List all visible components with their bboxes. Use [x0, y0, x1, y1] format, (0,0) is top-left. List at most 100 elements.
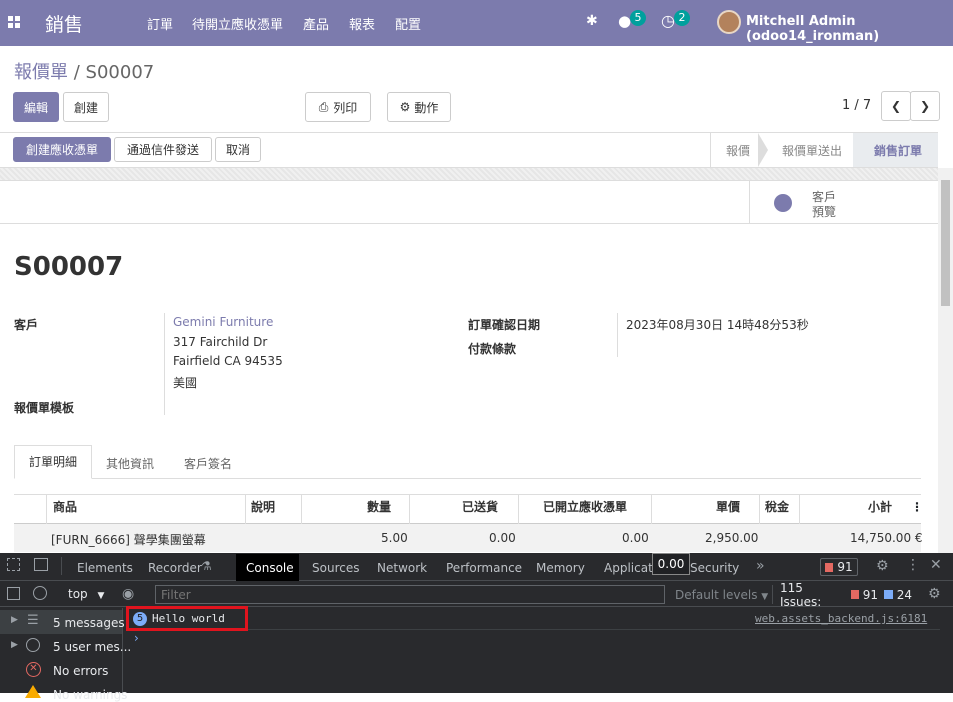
confirm-date-label: 訂單確認日期: [468, 318, 541, 332]
breadcrumb: 報價單 / S00007: [14, 58, 154, 84]
th-delivered[interactable]: 已送貨: [462, 498, 498, 515]
avatar[interactable]: [717, 10, 741, 34]
create-button[interactable]: 創建: [63, 92, 109, 122]
chat-count-badge: 5: [630, 10, 646, 26]
tab-order-lines[interactable]: 訂單明細: [14, 445, 92, 479]
th-quantity[interactable]: 數量: [367, 498, 391, 515]
breadcrumb-current: S00007: [85, 62, 155, 83]
menu-config[interactable]: 配置: [395, 14, 421, 33]
devtools-tab-sources[interactable]: Sources: [312, 561, 359, 575]
debug-bug-icon[interactable]: ✱: [586, 13, 598, 29]
error-flag-icon: [825, 562, 834, 572]
devtools-tab-performance[interactable]: Performance: [446, 561, 522, 575]
th-invoiced[interactable]: 已開立應收憑單: [543, 498, 627, 515]
th-taxes[interactable]: 稅金: [765, 498, 789, 515]
devtools-tab-elements[interactable]: Elements: [77, 561, 133, 575]
tab-other-info[interactable]: 其他資訊: [106, 455, 154, 472]
customer-address-3: 美國: [173, 376, 198, 390]
page-scrollbar-thumb[interactable]: [941, 180, 950, 306]
expand-user-messages-icon[interactable]: ▶: [11, 640, 18, 650]
confirm-date-value[interactable]: 2023年08月30日 14時48分53秒: [626, 316, 809, 333]
apps-menu-icon[interactable]: [8, 16, 20, 28]
sidebar-warnings[interactable]: No warnings: [53, 688, 127, 702]
clear-console-icon[interactable]: [33, 586, 47, 600]
status-quotation[interactable]: 報價: [726, 137, 750, 163]
app-title[interactable]: 銷售: [45, 10, 83, 37]
cell-quantity[interactable]: 5.00: [381, 531, 408, 545]
activity-icon[interactable]: ◷: [661, 11, 675, 30]
devtools-tab-divider: [61, 557, 62, 575]
th-subtotal[interactable]: 小計: [868, 498, 892, 515]
console-prompt-icon[interactable]: ›: [134, 631, 139, 645]
table-col-divider-7: [759, 494, 760, 524]
log-levels-dropdown[interactable]: Default levels ▼: [675, 588, 768, 602]
table-col-divider-6: [651, 494, 652, 524]
customer-label: 客戶: [14, 318, 39, 332]
user-name[interactable]: Mitchell Admin (odoo14_ironman): [746, 14, 953, 44]
cell-invoiced[interactable]: 0.00: [622, 531, 649, 545]
menu-orders[interactable]: 訂單: [147, 14, 173, 33]
gear-icon: ⚙: [399, 100, 411, 114]
tabs-baseline: [14, 478, 921, 479]
print-label: 列印: [333, 100, 358, 115]
expand-messages-icon[interactable]: ▶: [11, 615, 18, 625]
th-unit-price[interactable]: 單價: [716, 498, 740, 515]
send-email-button[interactable]: 通過信件發送: [114, 137, 212, 162]
tab-customer-signature[interactable]: 客戶簽名: [184, 455, 232, 472]
cell-subtotal[interactable]: 14,750.00 €: [850, 531, 923, 545]
th-product[interactable]: 商品: [53, 498, 77, 515]
pager-prev-button[interactable]: ❮: [881, 91, 911, 121]
sidebar-toggle-icon[interactable]: [7, 587, 20, 600]
chat-icon[interactable]: ●: [618, 12, 631, 30]
customer-link[interactable]: Gemini Furniture: [173, 315, 273, 329]
optional-columns-icon[interactable]: ⋮: [911, 500, 923, 514]
action-button[interactable]: ⚙ 動作: [387, 92, 451, 122]
menu-reports[interactable]: 報表: [349, 14, 375, 33]
devtools-tab-memory[interactable]: Memory: [536, 561, 585, 575]
sidebar-errors[interactable]: No errors: [53, 664, 108, 678]
confirm-separator: [617, 313, 618, 357]
inspect-element-icon[interactable]: [7, 558, 20, 571]
devtools-tab-recorder[interactable]: Recorder: [148, 561, 202, 575]
devtools-menu-icon[interactable]: ⋮: [906, 557, 920, 573]
devtools-close-icon[interactable]: ✕: [930, 557, 942, 573]
preview-line2: 預覽: [812, 205, 837, 219]
cell-unit-price[interactable]: 2,950.00: [705, 531, 758, 545]
message-source-link[interactable]: web.assets_backend.js:6181: [755, 612, 927, 625]
devtools-tab-network[interactable]: Network: [377, 561, 427, 575]
more-tabs-icon[interactable]: »: [756, 558, 765, 574]
devtools-settings-icon[interactable]: ⚙: [876, 558, 889, 574]
live-expression-eye-icon[interactable]: ◉: [122, 586, 134, 602]
pager-next-button[interactable]: ❯: [910, 91, 940, 121]
edit-button[interactable]: 編輯: [13, 92, 59, 122]
menu-products[interactable]: 產品: [303, 14, 329, 33]
menu-to-invoice[interactable]: 待開立應收憑單: [192, 14, 283, 33]
page-scrollbar[interactable]: [938, 168, 953, 553]
issues-label: 115 Issues:: [780, 580, 822, 609]
devtools-tab-security[interactable]: Security: [690, 561, 739, 575]
cancel-button[interactable]: 取消: [215, 137, 261, 162]
payment-terms-label: 付款條款: [468, 342, 517, 356]
devtools-tab-console[interactable]: Console: [246, 561, 294, 575]
devtools-error-counter[interactable]: 91: [820, 558, 858, 576]
breadcrumb-parent[interactable]: 報價單: [14, 62, 68, 83]
print-button[interactable]: ⎙ 列印: [305, 92, 371, 122]
status-quotation-sent[interactable]: 報價單送出: [782, 137, 842, 163]
cell-product[interactable]: [FURN_6666] 聲學集團螢幕: [51, 531, 206, 548]
log-levels-value: Default levels: [675, 588, 758, 602]
device-toolbar-icon[interactable]: [34, 558, 48, 571]
cell-delivered[interactable]: 0.00: [489, 531, 516, 545]
context-dropdown-icon: ▼: [97, 591, 105, 601]
status-arrow-1: [758, 133, 768, 167]
sidebar-user-messages[interactable]: 5 user mes...: [53, 640, 131, 654]
template-label: 報價單模板: [14, 401, 75, 415]
sidebar-messages[interactable]: 5 messages: [53, 616, 125, 630]
th-description[interactable]: 說明: [251, 498, 275, 515]
console-filter-input[interactable]: [155, 585, 665, 604]
customer-preview-button[interactable]: 客戶 預覽: [749, 180, 938, 224]
issues-counter[interactable]: 115 Issues: 91 24: [772, 581, 912, 609]
create-invoice-button[interactable]: 創建應收憑單: [13, 137, 111, 162]
context-selector[interactable]: top ▼: [68, 587, 104, 601]
console-settings-icon[interactable]: ⚙: [928, 586, 941, 602]
pager-value[interactable]: 1 / 7: [842, 98, 871, 113]
